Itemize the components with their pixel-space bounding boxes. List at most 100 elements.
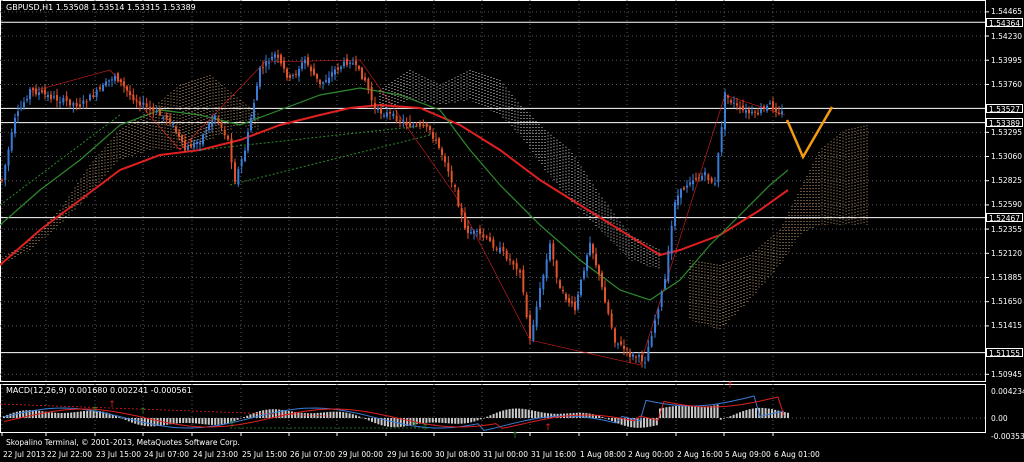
price-level-label[interactable]: 1.54364 — [986, 17, 1023, 28]
macd-histogram-bar — [748, 409, 751, 418]
macd-histogram-bar — [73, 412, 76, 418]
candle-body — [262, 67, 264, 69]
candle-body — [710, 178, 713, 183]
candle-body — [425, 123, 428, 128]
candle-body — [142, 102, 145, 106]
macd-histogram-bar — [774, 409, 777, 418]
candle-body — [129, 91, 131, 95]
macd-histogram-bar — [438, 418, 441, 423]
candle-body — [689, 182, 691, 185]
macd-histogram-bar — [668, 406, 671, 418]
candle-body — [230, 138, 233, 163]
candle-body — [626, 348, 628, 350]
candle-body — [313, 68, 315, 75]
macd-histogram-bar — [217, 418, 220, 425]
macd-histogram-bar — [374, 418, 377, 424]
candle-body — [152, 106, 155, 111]
macd-histogram-bar — [492, 413, 495, 418]
macd-histogram-bar — [726, 417, 729, 418]
candle-body — [727, 95, 729, 98]
candle-body — [571, 301, 573, 304]
macd-histogram-bar — [691, 406, 693, 418]
macd-histogram-bar — [451, 418, 453, 424]
candle-body — [325, 80, 327, 82]
candle-body — [29, 88, 31, 100]
macd-histogram-bar — [467, 418, 469, 423]
macd-histogram-bar — [195, 418, 197, 424]
macd-signal-arrow: ↑ — [726, 381, 734, 391]
macd-histogram-bar — [435, 418, 437, 423]
macd-histogram-bar — [431, 418, 434, 423]
candle-body — [346, 58, 348, 65]
candle-body — [739, 106, 741, 108]
candle-body — [205, 131, 207, 133]
candle-body — [532, 324, 535, 341]
macd-histogram-bar — [259, 411, 261, 418]
macd-histogram-bar — [172, 418, 175, 424]
macd-histogram-bar — [303, 413, 306, 418]
price-tick-label: 1.51885 — [991, 273, 1023, 282]
candle-body — [135, 100, 138, 102]
macd-histogram-bar — [345, 412, 348, 418]
macd-histogram-bar — [457, 418, 460, 424]
candle-body — [214, 115, 216, 120]
candle-body — [334, 69, 336, 75]
macd-tick-label: 0.004234 — [991, 386, 1024, 396]
macd-histogram-bar — [508, 409, 511, 418]
candle-body — [677, 195, 679, 206]
candle-body — [99, 87, 101, 90]
candle-body — [574, 301, 576, 311]
candle-body — [525, 294, 528, 318]
candle-body — [337, 67, 339, 70]
chart-window[interactable]: ↑ ↑ ↑ ↑ ↑ ↑ ↑ ↑ ↑ GBPUSD,H1 1.53508 1.53514 1.53… — [0, 0, 1024, 462]
candle-body — [14, 117, 16, 134]
candle-body — [217, 118, 220, 122]
price-tick-label: 1.54230 — [991, 31, 1023, 41]
candle-body — [47, 94, 49, 98]
candle-body — [549, 243, 551, 261]
candle-body — [271, 56, 273, 60]
candle-body — [374, 103, 376, 109]
macd-signal-arrow: ↑ — [544, 423, 552, 433]
candle-body — [111, 79, 113, 81]
macd-histogram-bar — [540, 412, 543, 418]
macd-histogram-bar — [131, 418, 133, 423]
macd-signal-arrow: ↑ — [139, 407, 147, 417]
macd-histogram-bar — [521, 408, 524, 418]
candle-body — [75, 102, 78, 107]
candle-body — [435, 139, 437, 141]
macd-histogram-bar — [76, 411, 79, 418]
candle-body — [190, 144, 192, 148]
price-tick-label: 1.52355 — [991, 224, 1023, 234]
macd-histogram-bar — [671, 406, 674, 418]
macd-histogram-bar — [339, 411, 341, 418]
candle-body — [292, 74, 294, 76]
macd-histogram-bar — [703, 406, 706, 418]
candle-body — [114, 75, 116, 81]
macd-histogram-bar — [387, 418, 389, 427]
candle-body — [457, 189, 460, 207]
macd-histogram-bar — [342, 412, 345, 418]
macd-histogram-bar — [191, 418, 194, 424]
moving-average-fast — [0, 87, 789, 301]
macd-histogram-bar — [300, 412, 303, 418]
macd-histogram-bar — [47, 412, 50, 418]
candle-body — [358, 66, 360, 70]
candle-body — [364, 77, 366, 81]
macd-histogram-bar — [220, 418, 223, 425]
price-level-label[interactable]: 1.53389 — [986, 118, 1023, 128]
candle-body — [509, 259, 511, 261]
macd-histogram-bar — [745, 410, 748, 418]
price-level-label[interactable]: 1.53527 — [986, 103, 1023, 114]
candle-body — [23, 102, 25, 108]
price-level-label[interactable]: 1.51155 — [986, 348, 1023, 358]
macd-histogram-bar — [723, 418, 725, 419]
candle-body — [683, 187, 685, 190]
candle-body — [742, 105, 744, 111]
price-level-label[interactable]: 1.52467 — [986, 213, 1023, 223]
time-tick-label: 23 Jul 15:00 — [96, 450, 141, 459]
candle-body — [307, 57, 309, 65]
candle-body — [698, 177, 700, 179]
macd-histogram-bar — [249, 414, 252, 418]
macd-histogram-bar — [86, 410, 89, 418]
